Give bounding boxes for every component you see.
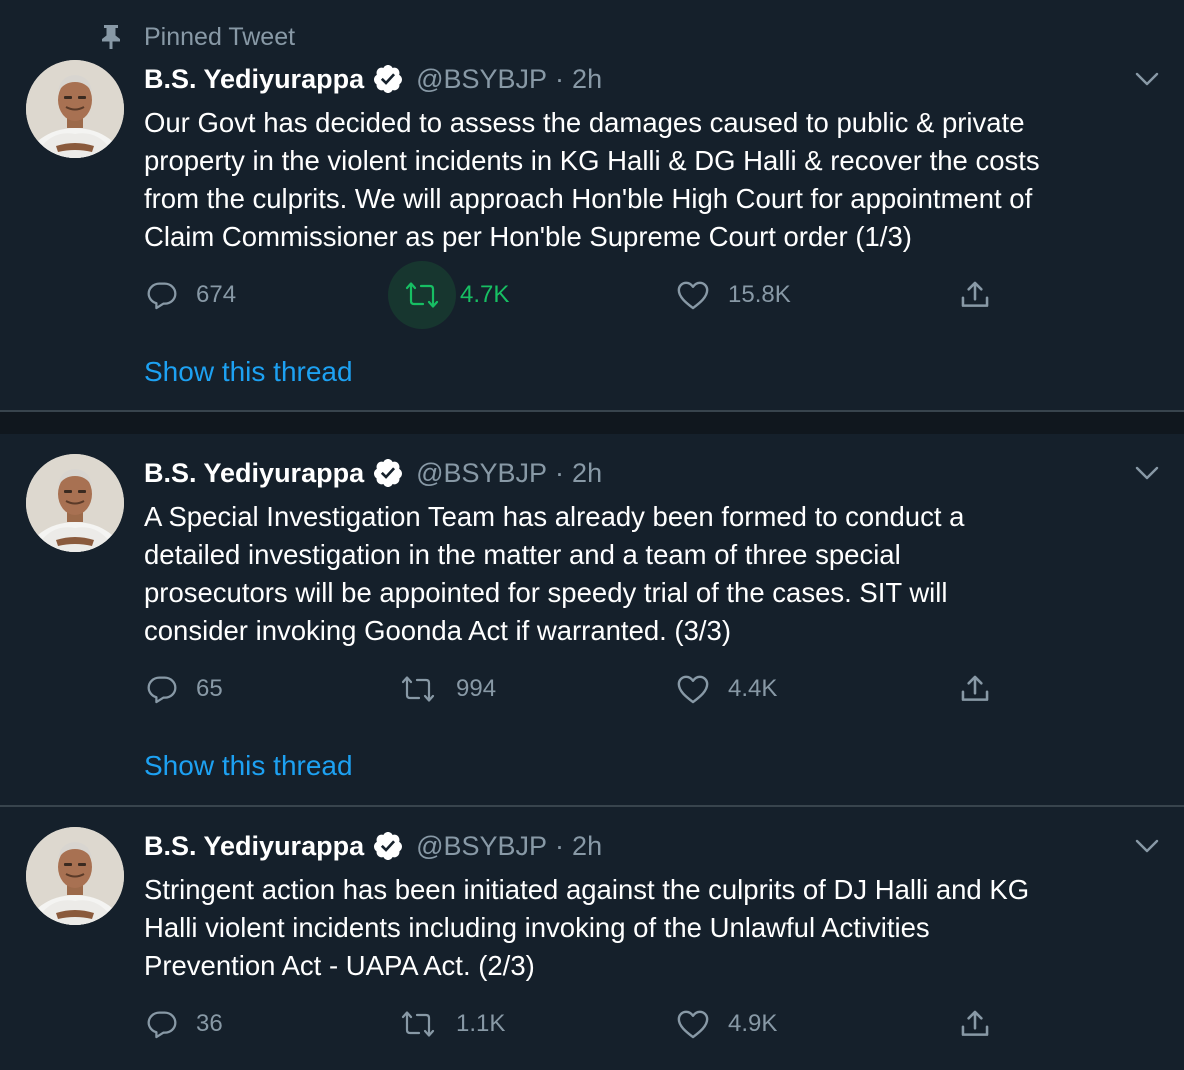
profile-photo <box>26 454 124 552</box>
like-button[interactable]: 4.4K <box>676 669 777 709</box>
verified-icon <box>372 63 404 95</box>
tweet-timestamp[interactable]: 2h <box>572 458 602 489</box>
tweet-text: Stringent action has been initiated agai… <box>144 874 1030 981</box>
retweet-button[interactable]: 994 <box>398 669 496 709</box>
profile-photo <box>26 60 124 158</box>
verified-icon <box>372 457 404 489</box>
reply-icon <box>146 279 178 311</box>
share-button[interactable] <box>958 275 992 315</box>
author-handle[interactable]: @BSYBJP <box>416 64 547 95</box>
retweet-icon <box>401 1011 435 1037</box>
chevron-down-icon[interactable] <box>1133 837 1161 855</box>
retweet-count: 994 <box>456 675 497 702</box>
like-count: 15.8K <box>728 281 791 308</box>
like-count: 4.9K <box>728 1010 778 1037</box>
tweet-header: B.S. Yediyurappa @BSYBJP · 2h <box>144 60 602 98</box>
tweet-text: Our Govt has decided to assess the damag… <box>144 107 1040 252</box>
reply-count: 36 <box>196 1010 223 1037</box>
author-name[interactable]: B.S. Yediyurappa <box>144 831 364 862</box>
chevron-down-icon[interactable] <box>1133 464 1161 482</box>
like-icon <box>676 278 710 312</box>
pinned-label: Pinned Tweet <box>144 22 296 51</box>
author-name[interactable]: B.S. Yediyurappa <box>144 64 364 95</box>
show-thread-link[interactable]: Show this thread <box>144 750 353 782</box>
retweet-button[interactable]: 1.1K <box>398 1004 505 1044</box>
separator-dot: · <box>555 457 565 488</box>
avatar[interactable] <box>26 827 124 925</box>
share-icon <box>958 278 992 312</box>
tweet-1[interactable]: Pinned Tweet B.S. Yediyurappa @BSYBJP · … <box>0 0 1184 412</box>
share-button[interactable] <box>958 669 992 709</box>
tweet-header: B.S. Yediyurappa @BSYBJP · 2h <box>144 827 602 865</box>
author-handle[interactable]: @BSYBJP <box>416 831 547 862</box>
reply-count: 65 <box>196 675 223 702</box>
retweet-button[interactable]: 4.7K <box>402 275 509 315</box>
profile-photo <box>26 827 124 925</box>
verified-icon <box>372 830 404 862</box>
retweet-icon <box>405 282 439 308</box>
like-icon <box>676 1007 710 1041</box>
share-button[interactable] <box>958 1004 992 1044</box>
section-separator <box>0 412 1184 434</box>
retweet-count: 1.1K <box>456 1010 506 1037</box>
like-button[interactable]: 4.9K <box>676 1004 777 1044</box>
reply-button[interactable]: 65 <box>146 669 223 709</box>
tweet-timestamp[interactable]: 2h <box>572 64 602 95</box>
avatar[interactable] <box>26 60 124 158</box>
reply-button[interactable]: 674 <box>146 275 236 315</box>
avatar[interactable] <box>26 454 124 552</box>
tweet-timestamp[interactable]: 2h <box>572 831 602 862</box>
author-name[interactable]: B.S. Yediyurappa <box>144 458 364 489</box>
reply-button[interactable]: 36 <box>146 1004 223 1044</box>
show-thread-link[interactable]: Show this thread <box>144 356 353 388</box>
author-handle[interactable]: @BSYBJP <box>416 458 547 489</box>
reply-count: 674 <box>196 281 237 308</box>
share-icon <box>958 672 992 706</box>
separator-dot: · <box>555 830 565 861</box>
retweet-count: 4.7K <box>460 281 510 308</box>
like-count: 4.4K <box>728 675 778 702</box>
separator-dot: · <box>555 63 565 94</box>
reply-icon <box>146 673 178 705</box>
retweet-icon <box>401 676 435 702</box>
timeline: Pinned Tweet B.S. Yediyurappa @BSYBJP · … <box>0 0 1184 1070</box>
tweet-2[interactable]: B.S. Yediyurappa @BSYBJP · 2h A Special … <box>0 434 1184 806</box>
pinned-indicator: Pinned Tweet <box>100 22 295 52</box>
share-icon <box>958 1007 992 1041</box>
like-button[interactable]: 15.8K <box>676 275 791 315</box>
reply-icon <box>146 1008 178 1040</box>
pin-icon <box>100 24 122 50</box>
like-icon <box>676 672 710 706</box>
chevron-down-icon[interactable] <box>1133 70 1161 88</box>
tweet-3[interactable]: B.S. Yediyurappa @BSYBJP · 2h Stringent … <box>0 807 1184 1070</box>
tweet-text: A Special Investigation Team has already… <box>144 501 965 646</box>
tweet-header: B.S. Yediyurappa @BSYBJP · 2h <box>144 454 602 492</box>
